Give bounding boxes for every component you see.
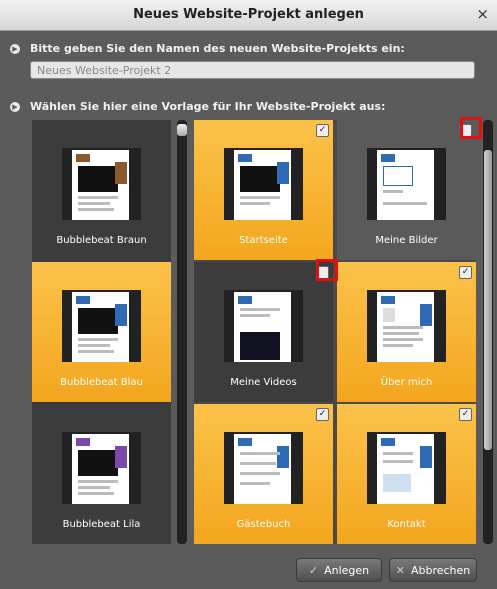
- cross-icon: ✕: [395, 563, 405, 577]
- dialog-titlebar: Neues Website-Projekt anlegen ×: [0, 0, 497, 31]
- design-tile[interactable]: Bubblebeat Braun: [32, 120, 171, 260]
- checkbox-checked-icon[interactable]: ✓: [316, 408, 329, 421]
- design-tile[interactable]: Bubblebeat Lila: [32, 404, 171, 544]
- page-thumbnail: [367, 148, 446, 220]
- page-label: Kontakt: [387, 519, 426, 530]
- project-name-input[interactable]: Neues Website-Projekt 2: [30, 61, 475, 79]
- page-label: Meine Bilder: [375, 235, 438, 246]
- page-tile[interactable]: ✓ Startseite: [194, 120, 333, 260]
- checkbox-checked-icon[interactable]: ✓: [459, 408, 472, 421]
- page-thumbnail: [367, 432, 446, 504]
- page-tile[interactable]: ✓ Meine Bilder: [337, 120, 476, 260]
- page-label: Meine Videos: [230, 377, 297, 388]
- cancel-button[interactable]: ✕ Abbrechen: [389, 558, 477, 582]
- page-tile[interactable]: ✓ Kontakt: [337, 404, 476, 544]
- step-bullet-icon: ▶: [10, 43, 20, 54]
- design-list: Bubblebeat Braun Bubblebeat Blau Bubbleb…: [32, 120, 171, 544]
- design-list-scrollbar[interactable]: [177, 120, 187, 544]
- design-tile[interactable]: Bubblebeat Blau: [32, 262, 171, 402]
- highlight-box: [460, 117, 482, 139]
- page-thumbnail: [367, 290, 446, 362]
- page-tile[interactable]: ✓ Gästebuch: [194, 404, 333, 544]
- page-tile[interactable]: ✓ Über mich: [337, 262, 476, 402]
- scrollbar-thumb[interactable]: [484, 150, 492, 450]
- step-name-prompt: ▶ Bitte geben Sie den Namen des neuen We…: [10, 42, 405, 55]
- page-grid-scrollbar[interactable]: [483, 120, 493, 544]
- scrollbar-thumb[interactable]: [177, 124, 187, 136]
- checkmark-icon: ✓: [308, 563, 319, 577]
- page-label: Startseite: [239, 235, 288, 246]
- design-thumbnail: [62, 290, 141, 362]
- step-template-prompt: ▶ Wählen Sie hier eine Vorlage für Ihr W…: [10, 100, 385, 113]
- design-label: Bubblebeat Lila: [62, 519, 141, 530]
- close-icon[interactable]: ×: [476, 5, 489, 23]
- highlight-box: [316, 259, 338, 281]
- page-label: Gästebuch: [236, 519, 291, 530]
- page-thumbnail: [224, 290, 303, 362]
- page-grid: ✓ Startseite ✓ Meine Bilder ✓ Meine Vide…: [194, 120, 476, 544]
- page-tile[interactable]: ✓ Meine Videos: [194, 262, 333, 402]
- page-thumbnail: [224, 148, 303, 220]
- checkbox-checked-icon[interactable]: ✓: [459, 266, 472, 279]
- step-template-label: Wählen Sie hier eine Vorlage für Ihr Web…: [30, 100, 386, 113]
- step-name-label: Bitte geben Sie den Namen des neuen Webs…: [30, 42, 405, 55]
- page-label: Über mich: [380, 377, 433, 388]
- step-bullet-icon: ▶: [10, 101, 20, 112]
- create-button[interactable]: ✓ Anlegen: [296, 558, 382, 582]
- create-button-label: Anlegen: [324, 563, 370, 577]
- design-thumbnail: [62, 432, 141, 504]
- dialog-title: Neues Website-Projekt anlegen: [133, 7, 364, 22]
- design-label: Bubblebeat Braun: [56, 235, 147, 246]
- cancel-button-label: Abbrechen: [410, 563, 471, 577]
- page-thumbnail: [224, 432, 303, 504]
- design-label: Bubblebeat Blau: [60, 377, 143, 388]
- checkbox-checked-icon[interactable]: ✓: [316, 124, 329, 137]
- design-thumbnail: [62, 148, 141, 220]
